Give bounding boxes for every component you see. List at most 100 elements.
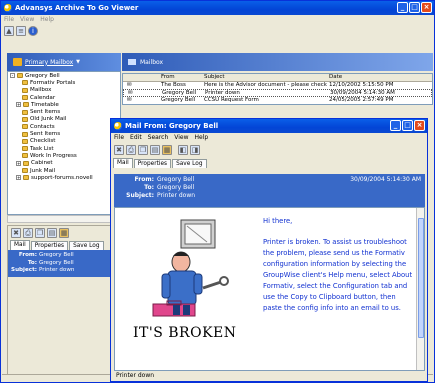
col-date[interactable]: Date: [327, 74, 427, 80]
mail-body: IT'S BROKEN Hi there, Printer is broken.…: [114, 207, 425, 371]
main-menubar: File View Help: [1, 15, 434, 24]
row-subject: Here is the Advisor document - please ch…: [204, 82, 327, 89]
folder-icon: [22, 153, 28, 159]
tree-item[interactable]: Sent Items: [8, 108, 120, 115]
envelope-icon: ✉: [127, 82, 132, 89]
mail-menu-help[interactable]: Help: [195, 134, 209, 141]
mail-menu-edit[interactable]: Edit: [130, 134, 142, 141]
mail-window-title: Mail From: Gregory Bell: [125, 122, 219, 130]
envelope-icon: ✉: [128, 89, 133, 96]
delete-icon[interactable]: ✖: [114, 145, 124, 155]
collapse-icon[interactable]: -: [10, 73, 15, 79]
tab-properties[interactable]: Properties: [30, 241, 69, 250]
tree-item-label: Work In Progress: [30, 152, 77, 159]
scroll-thumb[interactable]: [418, 218, 424, 338]
tree-horizontal-scrollbar[interactable]: [7, 215, 121, 223]
mail-menu-search[interactable]: Search: [148, 134, 169, 141]
next-icon[interactable]: ◨: [190, 145, 200, 155]
print-icon[interactable]: ⎙: [23, 228, 33, 238]
col-subject[interactable]: Subject: [202, 74, 327, 80]
tree-item[interactable]: Old Junk Mail: [8, 116, 120, 123]
delete-icon[interactable]: ✖: [11, 228, 21, 238]
tree-item-label: Sent Items: [30, 109, 61, 116]
tab-mail[interactable]: Mail: [10, 240, 30, 250]
expand-icon[interactable]: +: [16, 175, 21, 181]
menu-help[interactable]: Help: [40, 16, 54, 23]
mailbox-header-label: Mailbox: [140, 58, 164, 66]
tree-item[interactable]: Checklist: [8, 138, 120, 145]
tree-item[interactable]: + support-forums.novell: [8, 174, 120, 181]
tree-item-label: Old Junk Mail: [30, 116, 67, 123]
primary-mailbox-link[interactable]: Primary Mailbox: [25, 59, 73, 66]
tree-item[interactable]: Contacts: [8, 123, 120, 130]
copy-icon[interactable]: ❐: [35, 228, 45, 238]
mail-toolbar: ✖ ⎙ ❐ ▤ ▦ ◧ ◨: [111, 142, 427, 158]
broken-computer-illustration: [152, 219, 229, 317]
mail-menu-file[interactable]: File: [114, 134, 124, 141]
tree-item-label: Calendar: [30, 94, 56, 101]
tree-item[interactable]: Work In Progress: [8, 152, 120, 159]
table-row[interactable]: ✉ The Boss Here is the Advisor document …: [123, 82, 432, 90]
tab-properties[interactable]: Properties: [133, 159, 172, 168]
close-button[interactable]: ×: [421, 2, 432, 13]
expand-icon[interactable]: +: [16, 102, 21, 108]
table-row[interactable]: ✉ Gregory Bell Printer down 30/09/2004 5…: [123, 89, 432, 97]
tab-save-log[interactable]: Save Log: [172, 159, 207, 168]
folder-icon: [22, 131, 28, 137]
tree-item[interactable]: Sent Items: [8, 130, 120, 137]
color-icon[interactable]: ▦: [59, 228, 69, 238]
mail-menu-view[interactable]: View: [174, 134, 188, 141]
main-titlebar[interactable]: Advansys Archive To Go Viewer _ □ ×: [1, 1, 434, 15]
tree-item-label: Cabinet: [31, 160, 53, 167]
chevron-down-icon[interactable]: ▼: [76, 59, 80, 65]
folder-icon: [22, 116, 28, 122]
menu-view[interactable]: View: [20, 16, 34, 23]
attach-icon[interactable]: ▤: [150, 145, 160, 155]
preview-to-label: To:: [27, 259, 37, 266]
col-from[interactable]: From: [153, 74, 202, 80]
message-list: From Subject Date ✉ The Boss Here is the…: [122, 73, 433, 105]
mail-to: Gregory Bell: [157, 184, 195, 191]
image-caption: IT'S BROKEN: [133, 325, 237, 341]
maximize-button[interactable]: □: [409, 2, 420, 13]
folder-icon: [22, 146, 28, 152]
minimize-button[interactable]: _: [397, 2, 408, 13]
color-icon[interactable]: ▦: [162, 145, 172, 155]
tree-item[interactable]: Task List: [8, 145, 120, 152]
copy-icon[interactable]: ❐: [138, 145, 148, 155]
list-icon[interactable]: ≡: [16, 25, 26, 36]
tab-mail[interactable]: Mail: [113, 158, 133, 168]
tree-item[interactable]: - Gregory Bell: [8, 72, 120, 79]
mail-minimize-button[interactable]: _: [390, 120, 401, 131]
info-icon[interactable]: i: [28, 25, 38, 36]
mail-titlebar[interactable]: Mail From: Gregory Bell _ □ ×: [111, 119, 427, 133]
body-paragraph: Printer is broken. To assist us troubles…: [263, 238, 413, 312]
tab-save-log[interactable]: Save Log: [69, 241, 104, 250]
envelope-icon: ✉: [127, 97, 132, 104]
tree-item-label: Checklist: [30, 138, 56, 145]
open-icon[interactable]: ▲: [4, 25, 14, 36]
preview-header: From: Gregory Bell To: Gregory Bell Subjec…: [8, 250, 120, 277]
table-row[interactable]: ✉ Gregory Bell CCSU Request Form 24/05/2…: [123, 97, 432, 105]
tree-item[interactable]: Calendar: [8, 94, 120, 101]
folder-icon: [17, 73, 23, 79]
mail-close-button[interactable]: ×: [414, 120, 425, 131]
print-icon[interactable]: ⎙: [126, 145, 136, 155]
previous-icon[interactable]: ◧: [178, 145, 188, 155]
mail-window-icon: [114, 122, 122, 130]
mail-body-text: Hi there, Printer is broken. To assist u…: [263, 216, 413, 324]
mail-maximize-button[interactable]: □: [402, 120, 413, 131]
tree-item[interactable]: + Cabinet: [8, 160, 120, 167]
menu-file[interactable]: File: [4, 16, 14, 23]
folder-icon: [22, 87, 28, 93]
tree-item-label: support-forums.novell: [31, 174, 93, 181]
tree-item[interactable]: Junk Mail: [8, 167, 120, 174]
tree-item[interactable]: + Timetable: [8, 101, 120, 108]
expand-icon[interactable]: +: [16, 160, 21, 166]
mail-statusbar: Printer down: [116, 372, 155, 379]
tree-item[interactable]: Formativ Portals: [8, 79, 120, 86]
tree-item[interactable]: Mailbox: [8, 87, 120, 94]
to-label: To:: [144, 184, 154, 191]
mail-vertical-scrollbar[interactable]: [416, 208, 424, 370]
attach-icon[interactable]: ▤: [47, 228, 57, 238]
